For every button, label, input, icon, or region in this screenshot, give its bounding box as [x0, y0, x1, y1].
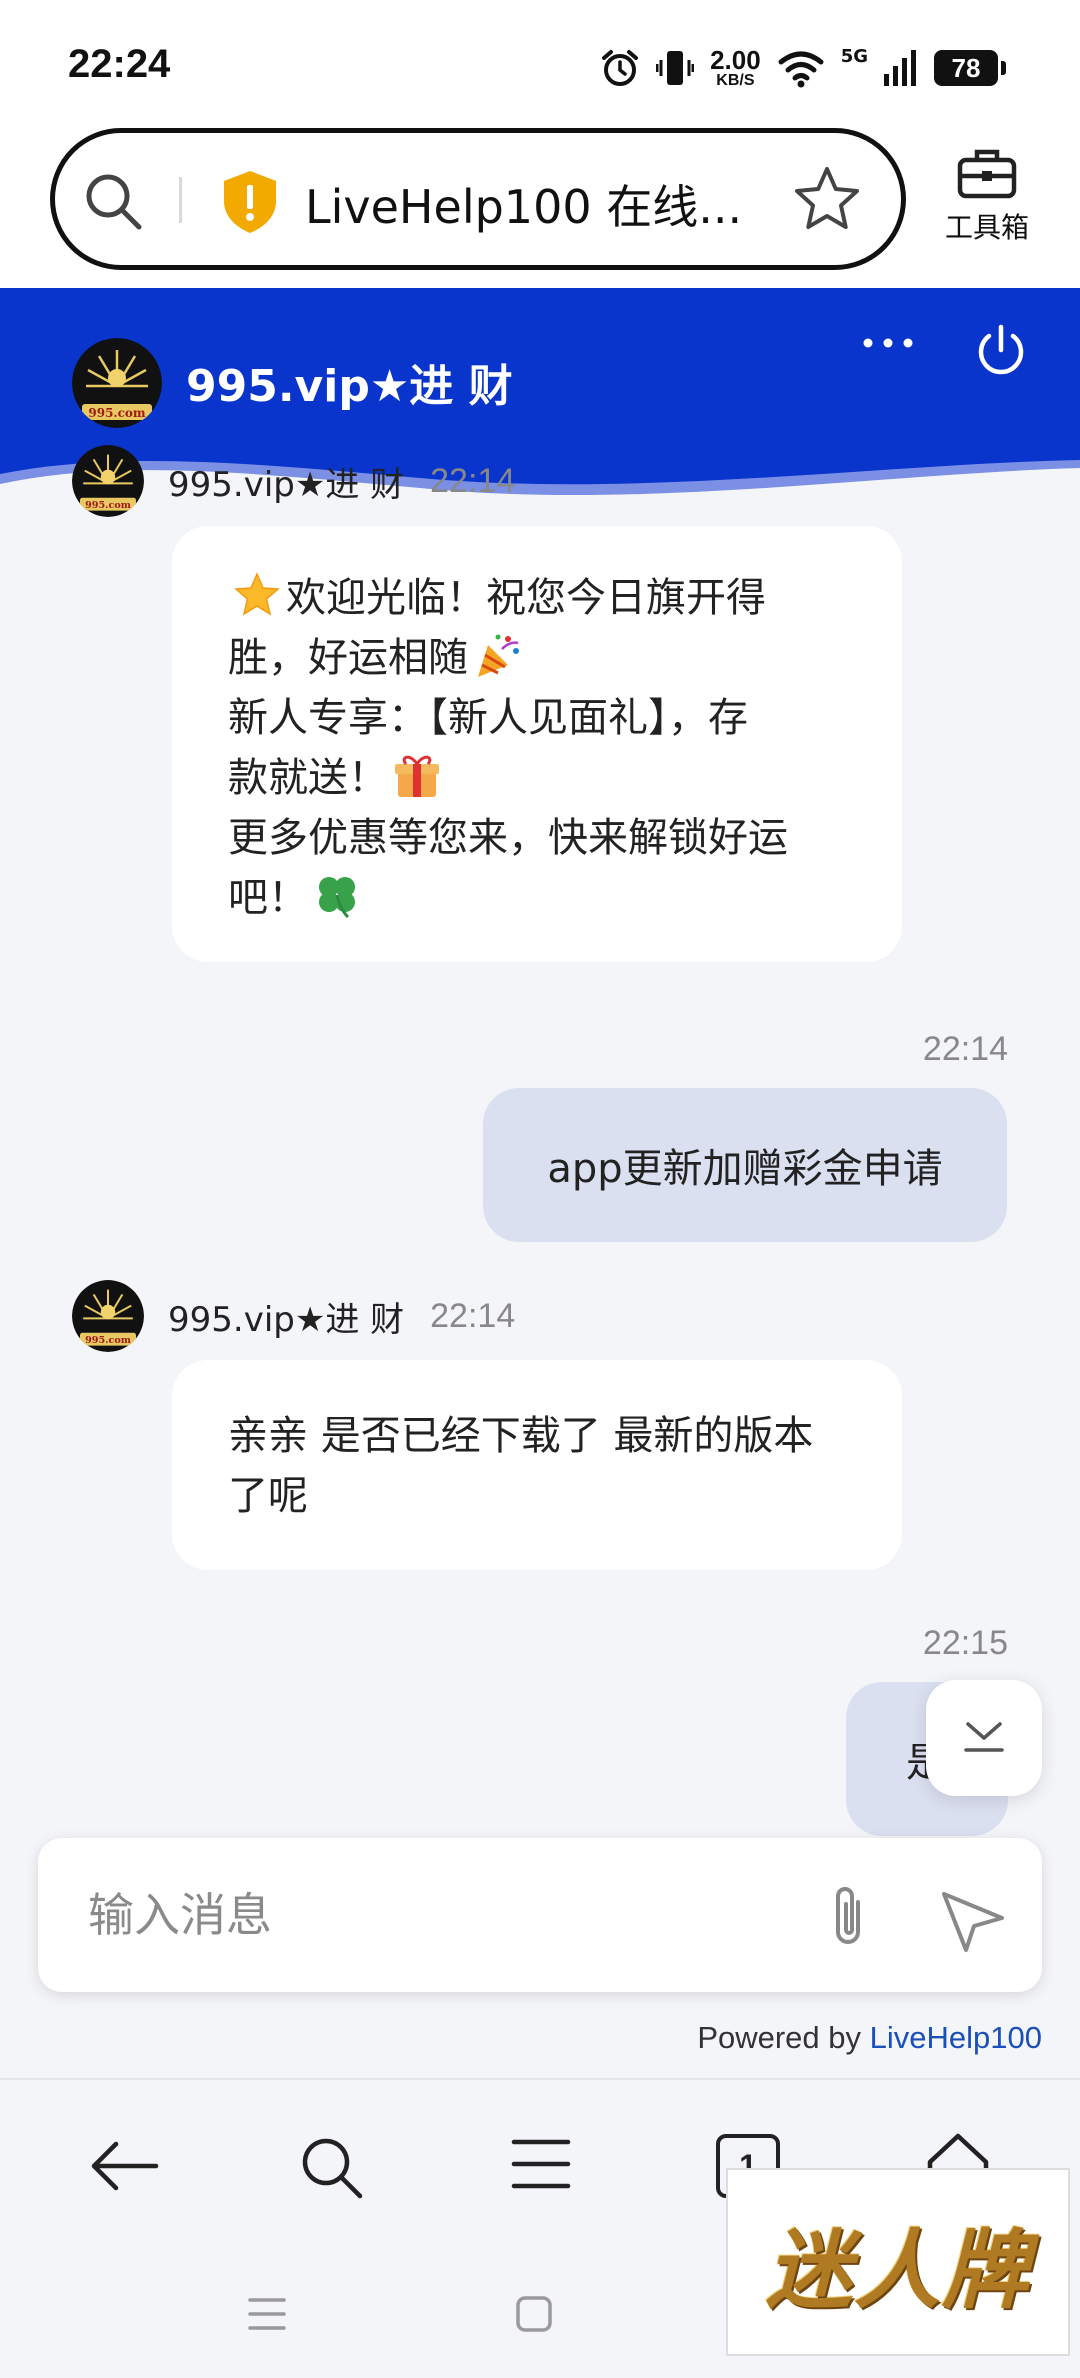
- sender-name: 995.vip★进 财: [168, 1299, 405, 1340]
- power-icon[interactable]: [972, 322, 1030, 380]
- agent-avatar: 995.com: [72, 1280, 144, 1352]
- url-bar[interactable]: LiveHelp100 在线...: [50, 128, 906, 270]
- cell-signal-icon: [884, 50, 916, 86]
- svg-text:995.com: 995.com: [88, 406, 146, 420]
- toolbox-label: 工具箱: [944, 211, 1029, 244]
- toolbox-icon: [957, 149, 1017, 199]
- net-speed-value: 2.00: [710, 45, 761, 75]
- back-arrow-icon[interactable]: [86, 2134, 162, 2198]
- powered-by-prefix: Powered by: [697, 2020, 870, 2055]
- browser-address-area: LiveHelp100 在线... 工具箱: [0, 118, 1080, 288]
- status-bar: 22:24 2.00 KB/S 5G 78: [0, 0, 1080, 130]
- url-divider: [179, 177, 182, 223]
- message-line: 吧！: [228, 868, 850, 928]
- message-line: 更多优惠等您来，快来解锁好运: [228, 815, 788, 861]
- four-leaf-clover-emoji-icon: [319, 877, 355, 919]
- message-line: 胜，好运相随: [228, 628, 850, 688]
- party-popper-emoji-icon: [478, 634, 519, 677]
- vibrate-icon: [656, 51, 695, 85]
- send-icon[interactable]: [938, 1888, 1008, 1954]
- agent-avatar: 995.com: [72, 445, 144, 517]
- message-line: 欢迎光临！祝您今日旗开得: [228, 568, 850, 628]
- bookmark-star-icon[interactable]: [791, 163, 863, 235]
- powered-by: Powered by LiveHelp100: [697, 2020, 1042, 2056]
- search-icon[interactable]: [81, 169, 145, 233]
- toolbox-button[interactable]: 工具箱: [932, 146, 1042, 246]
- agent-message-bubble: 亲亲 是否已经下载了 最新的版本 了呢: [172, 1360, 902, 1570]
- message-composer: [38, 1838, 1042, 1992]
- message-line: 亲亲 是否已经下载了 最新的版本: [228, 1413, 814, 1459]
- message-input[interactable]: [88, 1880, 788, 1950]
- star-emoji-icon: [234, 572, 280, 616]
- url-title[interactable]: LiveHelp100 在线...: [305, 171, 745, 237]
- wifi-icon: [778, 51, 824, 88]
- screen: 22:24 2.00 KB/S 5G 78 LiveHelp100 在线... …: [0, 0, 1080, 2378]
- svg-text:995.com: 995.com: [85, 500, 131, 511]
- net-speed: 2.00 KB/S: [710, 47, 761, 89]
- attachment-icon[interactable]: [820, 1882, 876, 1954]
- shield-icon[interactable]: [220, 169, 280, 235]
- battery-icon: 78: [934, 50, 1006, 86]
- message-line: 了呢: [228, 1473, 308, 1519]
- network-type-label: 5G: [840, 46, 868, 67]
- search-icon[interactable]: [298, 2134, 366, 2202]
- alarm-icon: [602, 50, 639, 86]
- status-time: 22:24: [68, 42, 171, 86]
- battery-level: 78: [951, 52, 981, 83]
- agent-message-meta: 995.com 995.vip★进 财 22:14: [72, 445, 516, 517]
- more-options-icon[interactable]: [858, 328, 918, 358]
- message-time: 22:14: [430, 1296, 516, 1335]
- agent-message-meta: 995.com 995.vip★进 财 22:14: [72, 1280, 516, 1352]
- system-home-icon[interactable]: [514, 2294, 554, 2334]
- gift-emoji-icon: [395, 755, 439, 797]
- watermark-logo: 迷人牌: [726, 2168, 1070, 2356]
- menu-icon[interactable]: [510, 2134, 572, 2194]
- status-icons: 2.00 KB/S 5G 78: [600, 44, 1006, 92]
- scroll-down-icon: [964, 1722, 1004, 1752]
- watermark-text: 迷人牌: [766, 2220, 1030, 2321]
- agent-message-bubble: 欢迎光临！祝您今日旗开得 胜，好运相随 新人专享：【新人见面礼】，存 款就送！ …: [172, 526, 902, 962]
- scroll-to-bottom-button[interactable]: [926, 1680, 1042, 1796]
- message-line: 款就送！: [228, 748, 850, 808]
- user-message-bubble: app更新加赠彩金申请: [483, 1088, 1007, 1242]
- net-speed-unit: KB/S: [716, 72, 755, 89]
- chat-title: 995.vip★进 财: [186, 361, 513, 412]
- recent-apps-icon[interactable]: [246, 2294, 288, 2334]
- message-text: app更新加赠彩金申请: [547, 1146, 943, 1192]
- message-line: 新人专享：【新人见面礼】，存: [228, 695, 748, 741]
- header-avatar: 995.com: [72, 338, 162, 428]
- powered-by-link[interactable]: LiveHelp100: [870, 2020, 1042, 2055]
- message-time: 22:14: [922, 1030, 1008, 1068]
- message-time: 22:14: [430, 461, 516, 500]
- message-time: 22:15: [922, 1624, 1008, 1662]
- svg-text:995.com: 995.com: [85, 1335, 131, 1346]
- sender-name: 995.vip★进 财: [168, 464, 405, 505]
